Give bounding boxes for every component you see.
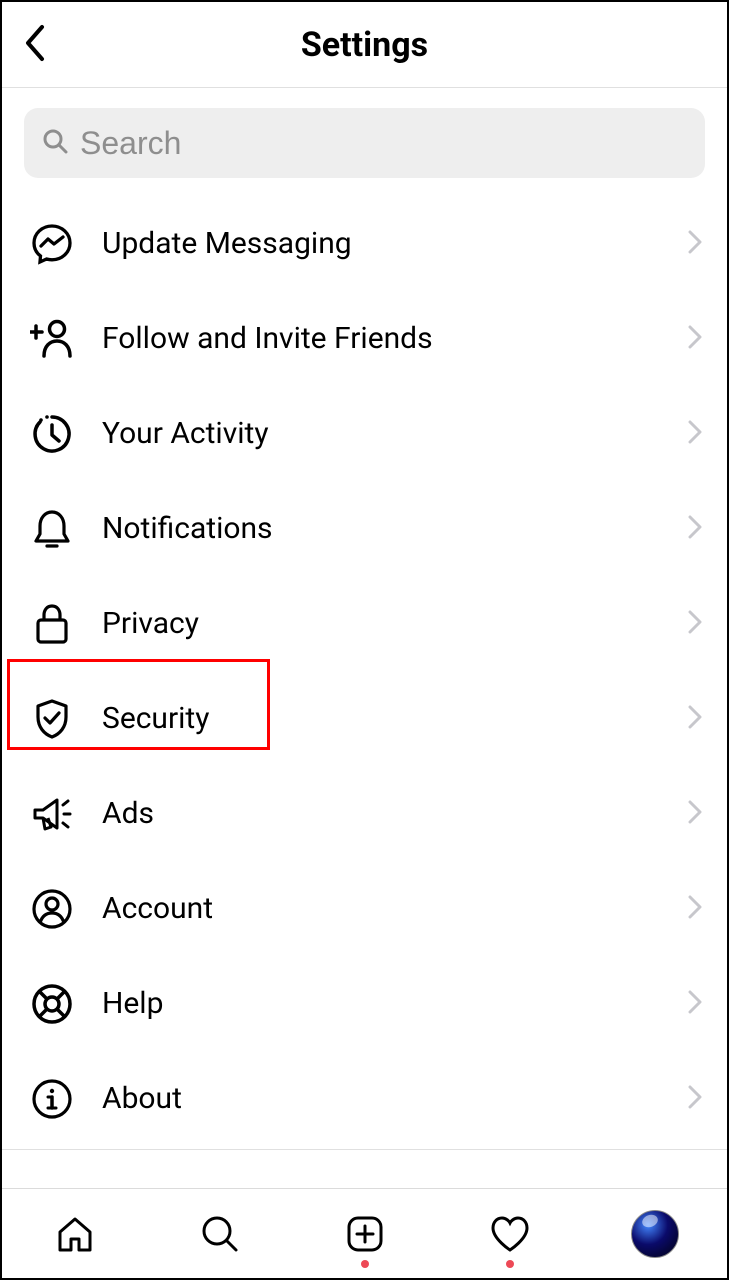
chevron-right-icon — [688, 895, 702, 923]
settings-item-update-messaging[interactable]: Update Messaging — [2, 196, 727, 291]
chevron-right-icon — [688, 230, 702, 258]
item-label: Security — [102, 701, 688, 736]
chevron-left-icon — [22, 23, 48, 63]
chevron-right-icon — [688, 325, 702, 353]
heart-icon — [489, 1214, 531, 1254]
settings-item-help[interactable]: Help — [2, 956, 727, 1051]
search-icon — [200, 1214, 240, 1254]
chevron-right-icon — [688, 705, 702, 733]
home-icon — [55, 1214, 95, 1254]
nav-activity[interactable] — [486, 1210, 534, 1258]
settings-list: Update Messaging Follow and Invite Frien… — [2, 196, 727, 1150]
item-label: Update Messaging — [102, 226, 688, 261]
chevron-right-icon — [688, 990, 702, 1018]
chevron-right-icon — [688, 610, 702, 638]
chevron-right-icon — [688, 515, 702, 543]
settings-item-ads[interactable]: Ads — [2, 766, 727, 861]
settings-item-security[interactable]: Security — [2, 671, 727, 766]
settings-item-privacy[interactable]: Privacy — [2, 576, 727, 671]
nav-search[interactable] — [196, 1210, 244, 1258]
item-label: About — [102, 1081, 688, 1116]
item-label: Notifications — [102, 511, 688, 546]
help-icon — [30, 982, 74, 1026]
divider — [2, 1149, 727, 1150]
nav-profile[interactable] — [631, 1210, 679, 1258]
settings-item-about[interactable]: About — [2, 1051, 727, 1146]
chevron-right-icon — [688, 800, 702, 828]
nav-home[interactable] — [51, 1210, 99, 1258]
header: Settings — [2, 2, 727, 88]
chevron-right-icon — [688, 420, 702, 448]
back-button[interactable] — [22, 23, 48, 67]
item-label: Help — [102, 986, 688, 1021]
item-label: Account — [102, 891, 688, 926]
search-box[interactable] — [24, 108, 705, 178]
account-icon — [30, 887, 74, 931]
item-label: Your Activity — [102, 416, 688, 451]
activity-icon — [30, 412, 74, 456]
nav-create[interactable] — [341, 1210, 389, 1258]
item-label: Follow and Invite Friends — [102, 321, 688, 356]
item-label: Privacy — [102, 606, 688, 641]
item-label: Ads — [102, 796, 688, 831]
add-person-icon — [30, 317, 74, 361]
search-container — [24, 108, 705, 178]
bell-icon — [30, 507, 74, 551]
shield-icon — [30, 697, 74, 741]
lock-icon — [30, 602, 74, 646]
bottom-nav — [2, 1188, 727, 1278]
avatar-icon — [631, 1210, 679, 1258]
settings-item-follow-invite[interactable]: Follow and Invite Friends — [2, 291, 727, 386]
chevron-right-icon — [688, 1085, 702, 1113]
info-icon — [30, 1077, 74, 1121]
plus-square-icon — [345, 1214, 385, 1254]
megaphone-icon — [30, 792, 74, 836]
page-title: Settings — [301, 25, 428, 65]
settings-item-notifications[interactable]: Notifications — [2, 481, 727, 576]
messenger-icon — [30, 222, 74, 266]
settings-item-account[interactable]: Account — [2, 861, 727, 956]
notification-dot — [361, 1260, 369, 1268]
notification-dot — [506, 1260, 514, 1268]
settings-item-your-activity[interactable]: Your Activity — [2, 386, 727, 481]
search-icon — [42, 128, 68, 158]
search-input[interactable] — [80, 125, 687, 162]
